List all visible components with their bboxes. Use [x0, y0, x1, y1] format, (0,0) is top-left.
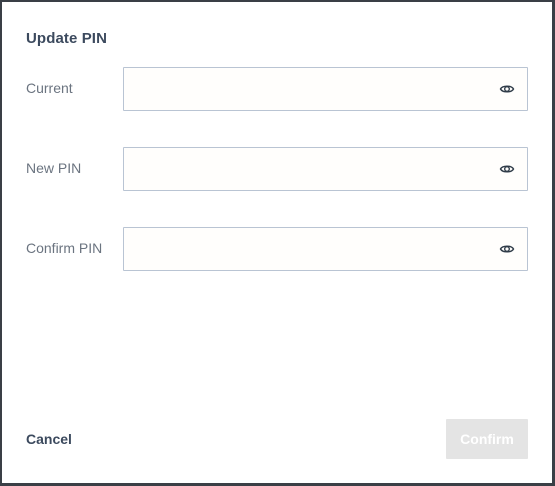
- confirm-button[interactable]: Confirm: [446, 419, 528, 459]
- new-pin-row: New PIN: [2, 147, 552, 191]
- eye-icon[interactable]: [499, 161, 515, 177]
- update-pin-dialog: Update PIN Current New PIN Confirm PIN C…: [2, 2, 552, 483]
- new-pin-label: New PIN: [26, 160, 82, 176]
- eye-icon[interactable]: [499, 241, 515, 257]
- cancel-button[interactable]: Cancel: [26, 431, 72, 447]
- confirm-pin-label: Confirm PIN: [26, 240, 103, 256]
- current-pin-row: Current: [2, 67, 552, 111]
- confirm-pin-row: Confirm PIN: [2, 227, 552, 271]
- confirm-pin-field-box: [123, 227, 528, 271]
- current-pin-field-box: [123, 67, 528, 111]
- current-pin-label: Current: [26, 80, 73, 96]
- new-pin-field-box: [123, 147, 528, 191]
- dialog-title: Update PIN: [26, 30, 108, 47]
- new-pin-input[interactable]: [124, 148, 484, 190]
- current-pin-input[interactable]: [124, 68, 484, 110]
- confirm-pin-input[interactable]: [124, 228, 484, 270]
- eye-icon[interactable]: [499, 81, 515, 97]
